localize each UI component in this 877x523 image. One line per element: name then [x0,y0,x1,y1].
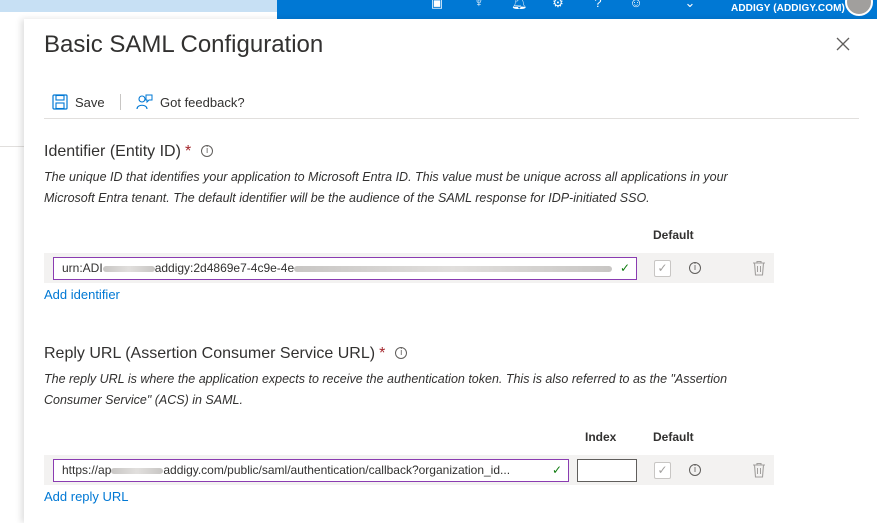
identifier-value-middle: addigy:2d4869e7-4c9e-4e [154,261,295,275]
feedback-icon[interactable]: ▣ [429,0,445,10]
required-mark: * [184,143,192,160]
help-icon[interactable]: ? [590,0,606,10]
close-button[interactable] [834,35,852,53]
reply-url-value-prefix: https://ap [62,463,112,477]
org-label[interactable]: ADDIGY (ADDIGY.COM) [731,3,845,14]
feedback-button[interactable]: Got feedback? [136,91,245,113]
gear-icon[interactable]: ⚙ [550,0,566,10]
divider [0,146,24,147]
info-icon[interactable]: i [395,346,408,359]
valid-check-icon: ✓ [551,463,562,477]
identifier-input[interactable]: urn:ADI addigy:2d4869e7-4c9e-4e ✓ [53,257,637,280]
valid-check-icon: ✓ [619,261,630,275]
save-button[interactable]: Save [52,91,105,113]
background-portal [0,0,24,523]
index-column-header: Index [585,430,617,444]
reply-url-title: Reply URL (Assertion Consumer Service UR… [44,345,408,363]
person-icon[interactable]: ☺ [628,0,644,10]
feedback-icon [136,94,153,110]
trash-icon [753,462,765,478]
reply-url-input[interactable]: https://ap addigy.com/public/saml/authent… [53,459,569,482]
trash-icon [753,260,765,276]
portal-top-bar: ▣ ♆ 🔔︎ ⚙ ? ☺ ⌄ ADDIGY (ADDIGY.COM) [277,0,877,19]
toolbar-divider [120,94,121,110]
identifier-description: The unique ID that identifies your appli… [44,170,728,205]
reply-url-title-text: Reply URL (Assertion Consumer Service UR… [44,345,376,362]
close-icon [836,37,850,51]
bell-icon[interactable]: 🔔︎ [511,0,528,10]
saml-config-blade: Basic SAML Configuration Save Got feedba… [24,19,877,523]
reply-url-description: The reply URL is where the application e… [44,372,728,407]
default-checkbox[interactable]: ✓ [654,462,671,479]
info-icon[interactable]: i [689,262,701,274]
redacted-text [294,265,613,272]
filter-icon[interactable]: ♆ [471,0,487,10]
add-identifier-link[interactable]: Add identifier [44,287,120,302]
portal-search-bar[interactable] [0,0,277,12]
identifier-value-prefix: urn:ADI [62,261,103,275]
info-icon[interactable]: i [689,464,701,476]
add-reply-url-link[interactable]: Add reply URL [44,489,129,504]
page-title: Basic SAML Configuration [44,31,324,58]
delete-identifier-button[interactable] [752,260,766,276]
info-icon[interactable]: i [201,144,214,157]
command-bar: Save Got feedback? [44,91,859,119]
required-mark: * [379,345,386,362]
reply-url-value-suffix: addigy.com/public/saml/authentication/ca… [163,463,511,477]
identifier-title: Identifier (Entity ID) * i [44,143,214,161]
save-label: Save [75,94,105,110]
save-icon [52,94,68,110]
default-column-header: Default [653,430,694,444]
avatar[interactable] [845,0,873,16]
default-column-header: Default [653,228,694,242]
identifier-title-text: Identifier (Entity ID) [44,143,181,160]
chevron-down-icon[interactable]: ⌄ [682,0,698,10]
redacted-text [111,467,164,474]
reply-url-row: https://ap addigy.com/public/saml/authent… [44,455,774,485]
index-input[interactable] [577,459,637,482]
identifier-row: urn:ADI addigy:2d4869e7-4c9e-4e ✓ ✓ i [44,253,774,283]
feedback-label: Got feedback? [160,94,245,110]
delete-reply-url-button[interactable] [752,462,766,478]
default-checkbox[interactable]: ✓ [654,260,671,277]
redacted-text [102,265,155,272]
